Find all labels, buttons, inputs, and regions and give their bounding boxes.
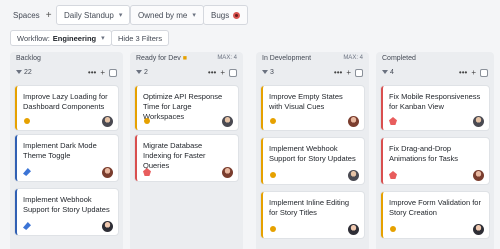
tab-label: Spaces: [13, 10, 40, 20]
tab-spaces[interactable]: Spaces +: [6, 5, 59, 25]
column-count: 4: [382, 69, 394, 76]
card[interactable]: Improve Form Validation for Story Creati…: [381, 192, 489, 238]
task-icon: [144, 118, 150, 124]
column-tools: 4 ••• +: [382, 68, 488, 79]
avatar: [473, 116, 484, 127]
card[interactable]: Optimize API Response Time for Large Wor…: [135, 86, 238, 130]
card[interactable]: Implement Webhook Support for Story Upda…: [261, 138, 364, 184]
column-tools: 22 ••• +: [16, 68, 117, 79]
card-title: Optimize API Response Time for Large Wor…: [143, 92, 223, 121]
card[interactable]: Improve Empty States with Visual Cues: [261, 86, 364, 130]
column-count: 2: [136, 69, 148, 76]
column-count: 22: [16, 69, 32, 76]
filter-icon: [16, 70, 22, 75]
chevron-down-icon: ▾: [192, 12, 196, 19]
card-title: Implement Webhook Support for Story Upda…: [269, 144, 356, 163]
task-icon: [270, 172, 276, 178]
tab-owned-by-me[interactable]: Owned by me ▾: [130, 5, 204, 25]
avatar: [473, 224, 484, 235]
card[interactable]: Implement Webhook Support for Story Upda…: [15, 189, 118, 235]
story-icon: [23, 222, 31, 230]
column-title: In Development: [262, 55, 312, 62]
folder-icon: ■: [182, 55, 187, 62]
card-title: Fix Mobile Responsiveness for Kanban Vie…: [389, 92, 481, 111]
card-title: Implement Webhook Support for Story Upda…: [23, 195, 110, 214]
tab-label: Owned by me: [138, 10, 188, 20]
hide-filters-button[interactable]: Hide 3 Filters: [111, 30, 170, 46]
more-icon[interactable]: •••: [208, 68, 216, 77]
plus-icon[interactable]: +: [471, 68, 476, 77]
card[interactable]: Implement Dark Mode Theme Toggle: [15, 135, 118, 181]
card-title: Implement Dark Mode Theme Toggle: [23, 141, 97, 160]
avatar: [348, 170, 359, 181]
tab-daily-standup[interactable]: Daily Standup ▾: [56, 5, 131, 25]
plus-icon[interactable]: +: [46, 10, 52, 21]
card[interactable]: Implement Inline Editing for Story Title…: [261, 192, 364, 238]
card[interactable]: Migrate Database Indexing for Faster Que…: [135, 135, 238, 181]
select-all-checkbox[interactable]: [480, 68, 488, 77]
card[interactable]: Improve Lazy Loading for Dashboard Compo…: [15, 86, 118, 130]
chevron-down-icon: ▾: [118, 12, 123, 19]
column-title: Completed: [382, 55, 416, 62]
task-icon: [270, 118, 276, 124]
column-in-development: In Development MAX: 4 3 ••• + Improve Emp…: [256, 52, 369, 249]
column-title: Backlog: [16, 55, 41, 62]
story-icon: [23, 168, 31, 176]
card[interactable]: Fix Drag-and-Drop Animations for Tasks: [381, 138, 489, 184]
avatar: [102, 221, 113, 232]
workflow-label: Workflow:: [17, 33, 50, 43]
more-icon[interactable]: •••: [459, 68, 467, 77]
avatar: [473, 170, 484, 181]
tab-label: Daily Standup: [64, 10, 114, 20]
column-backlog: Backlog 22 ••• + Improve Lazy Loading for…: [10, 52, 123, 249]
column-tools: 3 ••• +: [262, 68, 363, 79]
bug-icon: [389, 171, 397, 179]
avatar: [222, 116, 233, 127]
more-icon[interactable]: •••: [334, 68, 342, 77]
column-count: 3: [262, 69, 274, 76]
select-all-checkbox[interactable]: [355, 68, 363, 77]
avatar: [348, 116, 359, 127]
task-icon: [24, 118, 30, 124]
select-all-checkbox[interactable]: [229, 68, 237, 77]
workflow-select[interactable]: Workflow: Engineering ▾: [10, 30, 112, 46]
chevron-down-icon: ▾: [101, 35, 105, 42]
card-title: Improve Empty States with Visual Cues: [269, 92, 343, 111]
plus-icon[interactable]: +: [220, 68, 225, 77]
tab-label: Bugs: [211, 10, 230, 20]
column-completed: Completed 4 ••• + Fix Mobile Responsivene…: [376, 52, 494, 249]
avatar: [348, 224, 359, 235]
tab-bugs[interactable]: Bugs: [203, 5, 249, 25]
column-max: MAX: 4: [343, 55, 363, 61]
card-title: Migrate Database Indexing for Faster Que…: [143, 141, 206, 170]
plus-icon[interactable]: +: [346, 68, 351, 77]
workflow-value: Engineering: [52, 33, 97, 43]
select-all-checkbox[interactable]: [109, 68, 117, 77]
card[interactable]: Fix Mobile Responsiveness for Kanban Vie…: [381, 86, 489, 130]
column-max: MAX: 4: [217, 55, 237, 61]
task-icon: [270, 226, 276, 232]
column-ready-for-dev: Ready for Dev ■ MAX: 4 2 ••• + Optimize A…: [130, 52, 243, 249]
avatar: [222, 167, 233, 178]
filter-icon: [382, 70, 388, 75]
task-icon: [390, 226, 396, 232]
more-icon[interactable]: •••: [88, 68, 96, 77]
card-title: Improve Form Validation for Story Creati…: [389, 198, 481, 217]
column-tools: 2 ••• +: [136, 68, 237, 79]
avatar: [102, 116, 113, 127]
filter-icon: [262, 70, 268, 75]
card-title: Fix Drag-and-Drop Animations for Tasks: [389, 144, 459, 163]
avatar: [102, 167, 113, 178]
plus-icon[interactable]: +: [100, 68, 105, 77]
card-title: Improve Lazy Loading for Dashboard Compo…: [23, 92, 108, 111]
column-title: Ready for Dev ■: [136, 55, 187, 62]
bug-icon: [233, 11, 241, 19]
tab-bar: Spaces + Daily Standup ▾ Owned by me ▾ B…: [0, 0, 500, 30]
bug-icon: [389, 117, 397, 125]
toolbar: Workflow: Engineering ▾ Hide 3 Filters: [0, 30, 500, 48]
filter-icon: [136, 70, 142, 75]
card-title: Implement Inline Editing for Story Title…: [269, 198, 350, 217]
